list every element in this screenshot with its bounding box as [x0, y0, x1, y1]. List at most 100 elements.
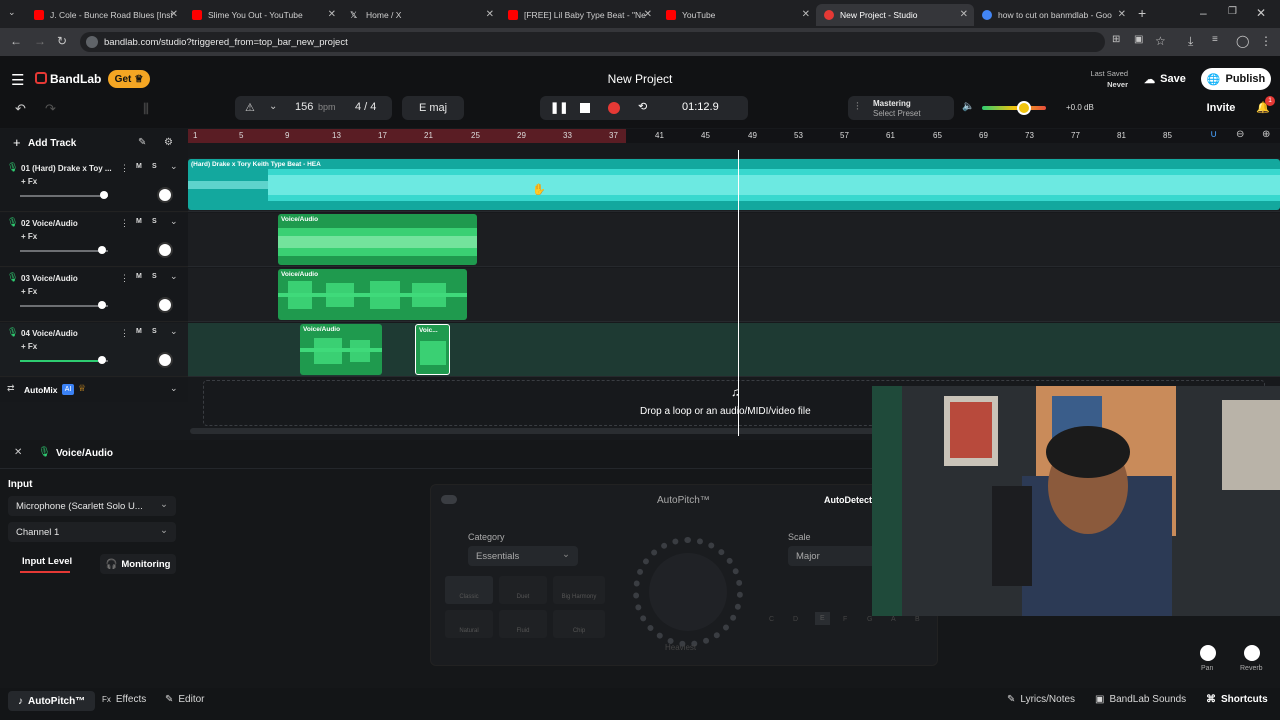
editor-button[interactable]: ✎ Editor [165, 694, 205, 705]
master-volume-slider[interactable] [982, 106, 1046, 110]
track-settings-icon[interactable]: ⚙ [164, 137, 173, 148]
master-volume-thumb[interactable] [1017, 101, 1031, 115]
address-bar[interactable]: bandlab.com/studio?triggered_from=top_ba… [80, 32, 1105, 52]
metronome-tempo-box[interactable]: ⚠ ⌄ 156 bpm 4 / 4 [235, 96, 392, 120]
close-tab-icon[interactable]: ✕ [1118, 9, 1126, 20]
browser-tab-6-active[interactable]: New Project - Studio ✕ [816, 4, 974, 26]
track-pan-knob[interactable] [157, 187, 173, 203]
close-tab-icon[interactable]: ✕ [170, 9, 178, 20]
browser-tab-7[interactable]: how to cut on banmdlab - Goo ✕ [974, 4, 1132, 26]
add-track-button[interactable]: Add Track [28, 138, 76, 149]
reload-icon[interactable]: ↻ [57, 34, 67, 48]
autopitch-toggle[interactable] [441, 495, 457, 504]
add-fx-button[interactable]: + Fx [21, 287, 37, 296]
strength-knob-center[interactable] [649, 553, 727, 631]
brand-name[interactable]: BandLab [50, 72, 101, 86]
close-tab-icon[interactable]: ✕ [960, 9, 968, 20]
chevron-down-icon[interactable]: ⌄ [269, 101, 277, 112]
track-pan-knob[interactable] [157, 297, 173, 313]
loop-icon[interactable]: ⟲ [638, 100, 647, 113]
autopitch-footer-button[interactable]: ♪ AutoPitch™ [8, 691, 96, 711]
track-menu-icon[interactable]: ⋮ [120, 328, 129, 339]
zoom-out-icon[interactable]: ⊖ [1236, 129, 1244, 140]
record-icon[interactable] [608, 102, 620, 114]
key-selector[interactable]: E maj [402, 96, 464, 120]
preset-chip[interactable]: Chip [553, 610, 605, 638]
mute-button[interactable]: M [136, 163, 142, 170]
more-menu-icon[interactable]: ⋮ [1260, 34, 1272, 48]
stop-icon[interactable] [580, 103, 590, 113]
browser-tab-4[interactable]: [FREE] Lil Baby Type Beat - "Ne ✕ [500, 4, 658, 26]
new-tab-icon[interactable]: + [1138, 5, 1146, 21]
note-a[interactable]: A [891, 616, 896, 623]
solo-button[interactable]: S [152, 273, 157, 280]
track-pan-knob[interactable] [157, 352, 173, 368]
maximize-icon[interactable]: ❐ [1228, 6, 1237, 17]
category-select[interactable]: Essentials ⌄ [468, 546, 578, 566]
close-tab-icon[interactable]: ✕ [644, 9, 652, 20]
mixer-icon[interactable]: ⫼ [143, 101, 149, 117]
note-c[interactable]: C [769, 616, 774, 623]
track-lane-4[interactable]: Voice/Audio Voic... [188, 323, 1280, 377]
add-fx-button[interactable]: + Fx [21, 342, 37, 351]
mute-button[interactable]: M [136, 328, 142, 335]
solo-button[interactable]: S [152, 328, 157, 335]
get-membership-button[interactable]: Get ♕ [108, 70, 150, 88]
expand-chevron-icon[interactable]: ⌄ [170, 326, 178, 337]
pencil-tool-icon[interactable]: ✎ [138, 137, 146, 148]
playlist-icon[interactable]: ≡ [1212, 34, 1218, 45]
plus-icon[interactable]: + [13, 135, 21, 150]
expand-chevron-icon[interactable]: ⌄ [170, 216, 178, 227]
audio-clip-selected[interactable]: Voic... [415, 324, 450, 375]
track-menu-icon[interactable]: ⋮ [120, 218, 129, 229]
publish-button[interactable]: 🌐 Publish [1201, 68, 1271, 90]
track-volume-slider[interactable] [20, 360, 108, 362]
solo-button[interactable]: S [152, 163, 157, 170]
back-icon[interactable]: ← [10, 34, 22, 48]
install-app-icon[interactable]: ⊞ [1112, 34, 1120, 45]
expand-chevron-icon[interactable]: ⌄ [170, 161, 178, 172]
track-volume-thumb[interactable] [98, 301, 106, 309]
master-mute-icon[interactable]: 🔈 [962, 101, 974, 112]
note-e[interactable]: E [815, 612, 830, 625]
snap-magnet-icon[interactable]: ∪ [1210, 129, 1217, 140]
timeline-ruler[interactable]: 1 5 9 13 17 21 25 29 33 37 41 45 49 53 5… [188, 129, 1280, 143]
note-f[interactable]: F [843, 616, 847, 623]
note-b[interactable]: B [915, 616, 920, 623]
input-device-select[interactable]: Microphone (Scarlett Solo U... ⌄ [8, 496, 176, 516]
effects-button[interactable]: Fx Effects [102, 694, 146, 705]
track-lane-3[interactable]: Voice/Audio [188, 268, 1280, 322]
audio-clip[interactable]: (Hard) Drake x Tory Keith Type Beat - HE… [188, 159, 1280, 210]
playhead[interactable] [738, 150, 739, 436]
expand-chevron-icon[interactable]: ⌄ [170, 271, 178, 282]
note-g[interactable]: G [867, 616, 872, 623]
tab-search-icon[interactable]: ⌄ [8, 7, 16, 18]
note-d[interactable]: D [793, 616, 798, 623]
track-lane-1[interactable]: (Hard) Drake x Tory Keith Type Beat - HE… [188, 158, 1280, 212]
bandlab-sounds-button[interactable]: ▣ BandLab Sounds [1095, 694, 1186, 705]
track-name[interactable]: 02 Voice/Audio [21, 219, 78, 228]
track-volume-slider[interactable] [20, 195, 108, 197]
metronome-icon[interactable]: ⚠ [245, 101, 255, 114]
project-title[interactable]: New Project [540, 72, 740, 86]
monitoring-button[interactable]: 🎧 Monitoring [100, 554, 176, 574]
download-icon[interactable]: ⤓ [1188, 34, 1193, 49]
time-signature[interactable]: 4 / 4 [355, 101, 376, 113]
track-volume-thumb[interactable] [100, 191, 108, 199]
preset-natural[interactable]: Natural [445, 610, 493, 638]
add-fx-button[interactable]: + Fx [21, 177, 37, 186]
audio-clip[interactable]: Voice/Audio [300, 324, 382, 375]
close-panel-icon[interactable]: ✕ [14, 447, 22, 458]
track-name[interactable]: 04 Voice/Audio [21, 329, 78, 338]
track-volume-thumb[interactable] [98, 356, 106, 364]
track-volume-thumb[interactable] [98, 246, 106, 254]
track-header-2[interactable]: 🎙 02 Voice/Audio ⋮ M S ⌄ + Fx [0, 213, 188, 267]
close-window-icon[interactable]: ✕ [1256, 6, 1266, 20]
solo-button[interactable]: S [152, 218, 157, 225]
track-header-1[interactable]: 🎙 01 (Hard) Drake x Toy ... ⋮ M S ⌄ + Fx [0, 158, 188, 212]
browser-tab-2[interactable]: Slime You Out - YouTube ✕ [184, 4, 342, 26]
invite-button[interactable]: Invite [1200, 97, 1242, 119]
automix-label[interactable]: AutoMix [24, 385, 58, 395]
audio-clip[interactable]: Voice/Audio [278, 269, 467, 320]
track-volume-slider[interactable] [20, 305, 108, 307]
